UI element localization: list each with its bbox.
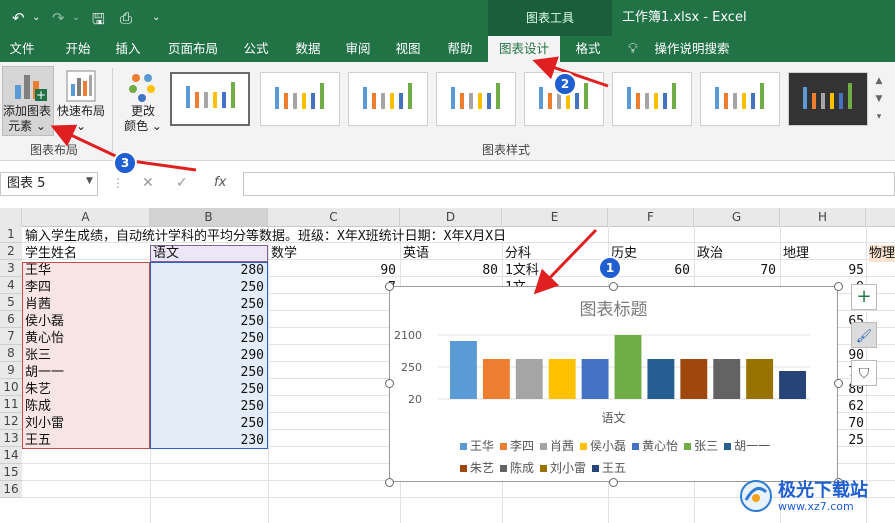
- callout-3: 3: [113, 151, 137, 175]
- annotation-arrows: [50, 56, 609, 295]
- arrow-3: [50, 124, 125, 162]
- callout-2: 2: [553, 72, 577, 96]
- watermark-icon: [740, 480, 772, 512]
- arrow-1: [533, 228, 598, 295]
- watermark-url: www.xz7.com: [778, 500, 854, 513]
- watermark-text: 极光下载站: [778, 480, 868, 501]
- callout-1: 1: [598, 256, 622, 280]
- watermark-logo: 极光下载站 www.xz7.com: [738, 476, 888, 518]
